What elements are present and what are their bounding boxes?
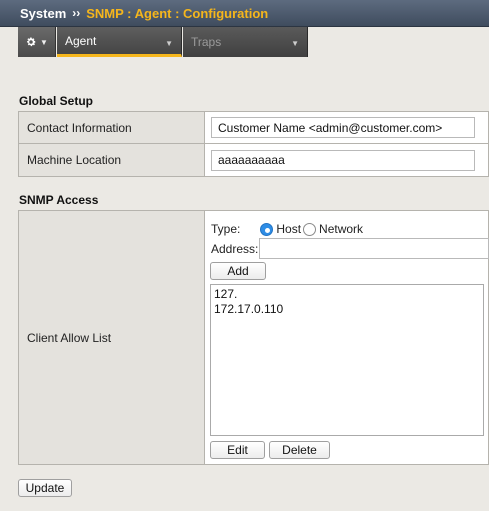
breadcrumb-separator: ››: [72, 6, 81, 20]
delete-button[interactable]: Delete: [269, 441, 330, 459]
list-item[interactable]: 172.17.0.110: [214, 302, 480, 317]
chevron-down-icon: ▼: [40, 37, 48, 47]
tab-bar: ▼ Agent ▼ Traps ▼: [0, 27, 489, 57]
chevron-down-icon: ▼: [291, 39, 299, 48]
contact-information-label: Contact Information: [18, 111, 205, 144]
gear-icon: [27, 37, 36, 47]
radio-host-label[interactable]: Host: [276, 222, 301, 236]
machine-location-field[interactable]: aaaaaaaaaa: [211, 149, 475, 171]
edit-button[interactable]: Edit: [210, 441, 265, 459]
radio-network-button[interactable]: [303, 222, 317, 236]
update-button[interactable]: Update: [18, 479, 72, 497]
client-allow-list[interactable]: 127. 172.17.0.110: [210, 284, 484, 436]
snmp-access-heading: SNMP Access: [19, 193, 99, 207]
radio-network-label[interactable]: Network: [319, 222, 363, 236]
tab-traps[interactable]: Traps ▼: [183, 27, 308, 57]
tab-agent[interactable]: Agent ▼: [57, 27, 182, 57]
type-label: Type:: [211, 222, 241, 236]
gear-menu-button[interactable]: ▼: [18, 27, 56, 57]
client-allow-list-label: Client Allow List: [18, 210, 205, 465]
breadcrumb: System ›› SNMP : Agent : Configuration: [0, 0, 489, 27]
tab-traps-label: Traps: [191, 35, 222, 49]
machine-location-label: Machine Location: [18, 143, 205, 177]
page-title: SNMP : Agent : Configuration: [86, 5, 269, 21]
type-row: Type: Host Network: [211, 221, 363, 237]
breadcrumb-root[interactable]: System: [20, 6, 66, 21]
address-label: Address:: [211, 242, 259, 256]
add-button[interactable]: Add: [210, 262, 266, 280]
contact-information-field[interactable]: Customer Name <admin@customer.com>: [211, 117, 475, 138]
radio-network[interactable]: Network: [303, 222, 363, 236]
tab-agent-label: Agent: [65, 33, 97, 48]
address-input[interactable]: [259, 238, 489, 259]
global-setup-table: Contact Information Customer Name <admin…: [18, 111, 489, 177]
list-item[interactable]: 127.: [214, 287, 480, 302]
global-setup-heading: Global Setup: [19, 94, 94, 108]
radio-host[interactable]: Host: [260, 222, 301, 236]
radio-host-button[interactable]: [260, 222, 274, 236]
chevron-down-icon: ▼: [165, 39, 173, 48]
